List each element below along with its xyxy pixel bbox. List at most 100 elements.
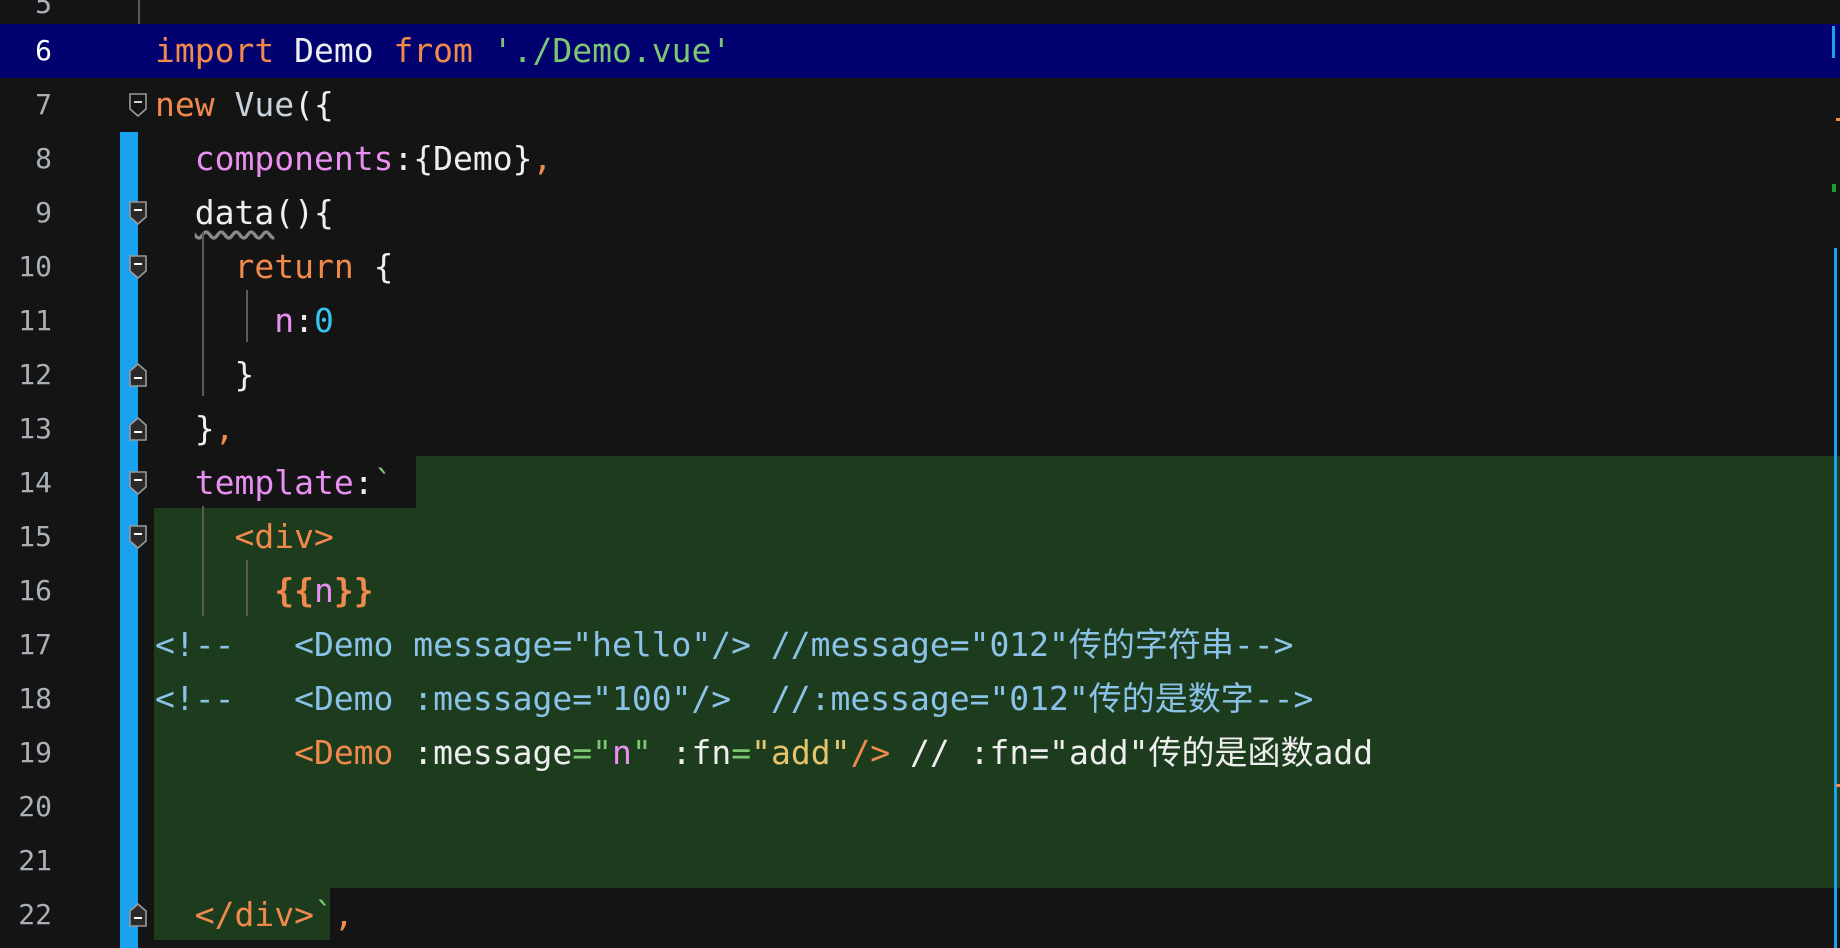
code-text: {{n}}: [155, 564, 373, 618]
indent-guide: [202, 506, 204, 616]
code-text: new Vue({: [155, 78, 334, 132]
fold-toggle-icon[interactable]: [129, 525, 147, 549]
line-number: 14: [18, 466, 52, 499]
comment-token: <!-- <Demo message="hello"/> //message="…: [155, 625, 1294, 664]
equals-token: =: [572, 733, 593, 772]
line-number: 17: [18, 628, 52, 661]
keyword-token: import: [155, 31, 275, 70]
class-token: Vue: [214, 85, 295, 124]
code-editor[interactable]: 5 6 import Demo from './Demo.vue' 7 new …: [0, 0, 1840, 948]
line-number: 12: [18, 358, 52, 391]
method-token-warning: data: [194, 193, 275, 232]
comma-token: ,: [214, 409, 235, 448]
line-number: 9: [35, 196, 52, 229]
indent-guide: [246, 290, 248, 342]
code-text: import Demo from './Demo.vue': [155, 24, 731, 78]
property-token: template: [194, 463, 354, 502]
code-line[interactable]: 17 <!-- <Demo message="hello"/> //messag…: [0, 618, 1840, 672]
string-token: './Demo.vue': [472, 31, 732, 70]
comma-token: ,: [532, 139, 553, 178]
fold-toggle-icon[interactable]: [129, 93, 147, 117]
code-line[interactable]: 14 template:`: [0, 456, 1840, 510]
punctuation-token: ({: [294, 85, 334, 124]
code-line[interactable]: 7 new Vue({: [0, 78, 1840, 132]
code-text: template:`: [155, 456, 394, 510]
code-text: }: [155, 348, 254, 402]
punctuation-token: }: [194, 409, 215, 448]
code-line[interactable]: 22 </div>`,: [0, 888, 1840, 942]
code-line[interactable]: 9 data(){: [0, 186, 1840, 240]
fold-toggle-icon[interactable]: [129, 255, 147, 279]
overview-ruler-marker: [1836, 118, 1840, 121]
keyword-token: new: [155, 85, 215, 124]
property-token: n: [313, 571, 334, 610]
code-text: components:{Demo},: [155, 132, 553, 186]
comma-token: ,: [333, 895, 354, 934]
overview-ruler-marker: [1836, 784, 1840, 787]
code-text: <Demo :message="n" :fn="add"/> // :fn="a…: [155, 726, 1373, 780]
property-token: components: [194, 139, 394, 178]
code-line[interactable]: 15 <div>: [0, 510, 1840, 564]
number-token: 0: [313, 301, 334, 340]
line-number: 22: [18, 898, 52, 931]
code-line[interactable]: 20: [0, 780, 1840, 834]
code-text: <div>: [155, 510, 334, 564]
punctuation-token: {: [353, 247, 394, 286]
punctuation-token: :: [353, 463, 374, 502]
overview-ruler-marker: [1834, 248, 1837, 948]
indent-guide: [246, 560, 248, 616]
tag-token: <Demo: [294, 733, 394, 772]
code-text: </div>`,: [155, 888, 354, 942]
fold-end-icon[interactable]: [129, 903, 147, 927]
punctuation-token: (){: [274, 193, 334, 232]
code-line[interactable]: 19 <Demo :message="n" :fn="add"/> // :fn…: [0, 726, 1840, 780]
text-token: // :fn="add"传的是函数add: [890, 733, 1374, 772]
backtick-token: `: [313, 895, 334, 934]
tag-token: </div>: [194, 895, 314, 934]
attribute-token: :message: [393, 733, 573, 772]
quote-token: ": [592, 733, 612, 772]
mustache-open-token: {{: [274, 571, 314, 610]
binding-token: n: [611, 733, 632, 772]
code-text: <!-- <Demo message="hello"/> //message="…: [155, 618, 1294, 672]
code-line[interactable]: 12 }: [0, 348, 1840, 402]
indent-guide: [202, 232, 204, 396]
line-number: 20: [18, 790, 52, 823]
fold-toggle-icon[interactable]: [129, 201, 147, 225]
code-line[interactable]: 8 components:{Demo},: [0, 132, 1840, 186]
line-number: 15: [18, 520, 52, 553]
code-line[interactable]: 10 return {: [0, 240, 1840, 294]
keyword-token: return: [234, 247, 354, 286]
code-line[interactable]: 13 },: [0, 402, 1840, 456]
fold-toggle-icon[interactable]: [129, 471, 147, 495]
line-number: 7: [35, 88, 52, 121]
code-line[interactable]: 11 n:0: [0, 294, 1840, 348]
line-number: 11: [18, 304, 52, 337]
fold-end-icon[interactable]: [129, 417, 147, 441]
line-number: 19: [18, 736, 52, 769]
code-line[interactable]: 18 <!-- <Demo :message="100"/> //:messag…: [0, 672, 1840, 726]
code-text: },: [155, 402, 235, 456]
identifier-token: Demo: [274, 31, 394, 70]
property-token: n: [274, 301, 295, 340]
tag-token: <div>: [234, 517, 334, 556]
code-text: data(){: [155, 186, 334, 240]
line-number: 8: [35, 142, 52, 175]
code-line[interactable]: 16 {{n}}: [0, 564, 1840, 618]
fold-end-icon[interactable]: [129, 363, 147, 387]
backtick-token: `: [373, 463, 394, 502]
code-line[interactable]: 21: [0, 834, 1840, 888]
attribute-token: :fn: [651, 733, 732, 772]
code-line-current[interactable]: 6 import Demo from './Demo.vue': [0, 24, 1840, 78]
